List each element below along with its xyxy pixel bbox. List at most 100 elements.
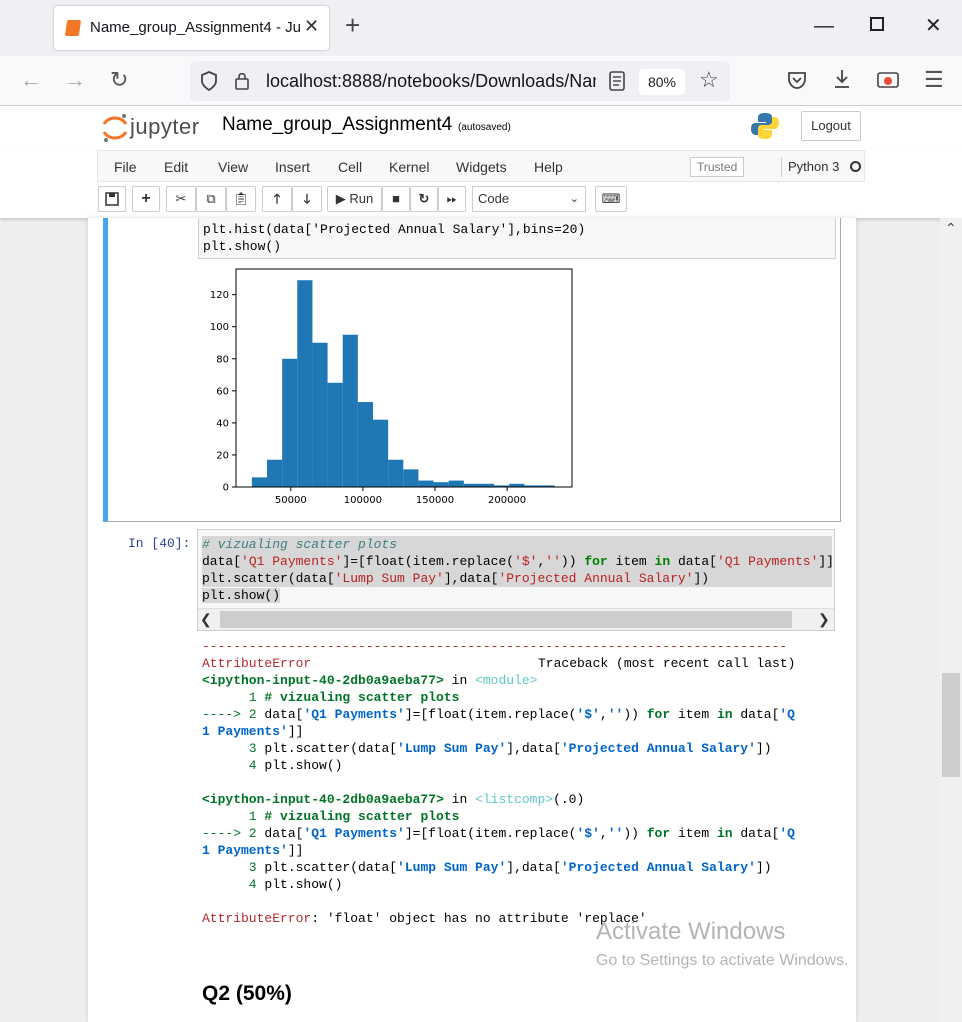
command-palette-button[interactable]: ⌨ — [595, 186, 627, 212]
menu-bar: File Edit View Insert Cell Kernel Widget… — [97, 150, 865, 182]
notebook-container: plt.hist(data['Projected Annual Salary']… — [88, 218, 856, 1022]
histogram-bar — [251, 477, 268, 487]
reader-view-icon[interactable] — [609, 71, 625, 91]
kernel-name[interactable]: Python 3 — [788, 159, 839, 174]
windows-watermark-title: Activate Windows — [596, 918, 786, 945]
restart-icon: ↻ — [418, 191, 430, 206]
histogram-bar — [342, 334, 358, 487]
forward-arrow-icon[interactable]: → — [64, 68, 86, 92]
menu-file[interactable]: File — [114, 159, 137, 175]
menu-divider — [781, 157, 782, 177]
browser-tab[interactable]: Name_group_Assignment4 - Jupyter Noteboo… — [54, 6, 329, 50]
cell-type-select[interactable]: Code ⌄ — [472, 186, 586, 212]
restart-button[interactable]: ↻ — [410, 186, 438, 212]
scroll-up-icon[interactable]: ⌃ — [945, 220, 957, 237]
insert-cell-button[interactable]: + — [132, 186, 160, 212]
menu-cell[interactable]: Cell — [338, 159, 362, 175]
zoom-level-badge[interactable]: 80% — [639, 69, 685, 95]
new-tab-icon[interactable]: + — [345, 12, 360, 38]
menu-widgets[interactable]: Widgets — [456, 159, 507, 175]
run-button[interactable]: ▶ Run — [327, 186, 382, 212]
jupyter-logo-text[interactable]: jupyter — [130, 114, 200, 140]
histogram-bar — [267, 459, 283, 487]
histogram-chart: 0 20 40 60 80 100 120 50000 100000 150000 200000 — [210, 268, 573, 506]
traceback-line: ----> 2 data['Q1 Payments']=[float(item.… — [202, 707, 795, 722]
y-tick-label: 60 — [216, 386, 229, 397]
autosave-status: (autosaved) — [458, 122, 511, 133]
y-tick-label: 40 — [216, 418, 229, 429]
minimize-icon[interactable]: — — [814, 14, 834, 38]
traceback-line: 1 # vizualing scatter plots — [202, 690, 460, 705]
notebook-tab-icon — [64, 20, 82, 36]
jupyter-logo-icon[interactable] — [101, 112, 129, 144]
download-icon[interactable] — [832, 68, 852, 90]
page-scrollbar-thumb[interactable] — [942, 673, 960, 777]
browser-tab-bar: Name_group_Assignment4 - Jupyter Noteboo… — [0, 0, 962, 56]
scrollbar-thumb[interactable] — [220, 611, 792, 628]
move-up-button[interactable]: 🡑 — [262, 186, 292, 212]
traceback-line: ----> 2 data['Q1 Payments']=[float(item.… — [202, 826, 795, 841]
code-line: plt.scatter(data['Lump Sum Pay'],data['P… — [202, 570, 832, 587]
x-tick-label: 200000 — [488, 495, 526, 506]
menu-view[interactable]: View — [218, 159, 248, 175]
notebook-name[interactable]: Name_group_Assignment4 — [222, 114, 452, 136]
x-tick-label: 50000 — [275, 495, 307, 506]
y-tick-label: 100 — [210, 322, 229, 333]
traceback-line: 3 plt.scatter(data['Lump Sum Pay'],data[… — [202, 741, 772, 756]
cell-input-area-scatter[interactable]: # vizualing scatter plots data['Q1 Payme… — [197, 529, 835, 631]
windows-watermark-subtitle: Go to Settings to activate Windows. — [596, 952, 849, 969]
traceback-header: AttributeError Traceback (most recent cal… — [202, 656, 796, 671]
scroll-right-icon[interactable]: ❯ — [818, 611, 830, 628]
traceback-line: 4 plt.show() — [202, 877, 343, 892]
histogram-bar — [327, 382, 343, 487]
arrow-up-icon: 🡑 — [273, 191, 281, 206]
restart-run-all-button[interactable]: ⏩︎ — [438, 186, 466, 212]
copy-button[interactable]: ⧉ — [196, 186, 226, 212]
logout-button[interactable]: Logout — [801, 111, 861, 141]
url-text[interactable]: localhost:8888/notebooks/Downloads/Name_… — [266, 71, 596, 92]
paste-button[interactable]: 📋︎ — [226, 186, 256, 212]
menu-kernel[interactable]: Kernel — [389, 159, 429, 175]
run-label: Run — [349, 191, 374, 206]
traceback-blank — [202, 893, 842, 910]
save-icon — [105, 192, 119, 206]
move-down-button[interactable]: 🡓 — [292, 186, 322, 212]
code-cell-histogram[interactable]: plt.hist(data['Projected Annual Salary']… — [103, 218, 841, 522]
reload-icon[interactable]: ↻ — [110, 68, 128, 92]
histogram-bar — [372, 419, 389, 487]
histogram-bar — [448, 480, 464, 487]
window-close-icon[interactable]: ✕ — [925, 14, 942, 38]
jupyter-menu-toolbar: File Edit View Insert Cell Kernel Widget… — [0, 150, 962, 218]
lock-icon — [235, 72, 249, 90]
screenshot-extension-icon[interactable] — [877, 70, 899, 90]
cut-button[interactable]: ✂ — [166, 186, 196, 212]
save-button[interactable] — [98, 186, 126, 212]
y-tick-label: 0 — [223, 483, 229, 494]
interrupt-button[interactable]: ■ — [382, 186, 410, 212]
menu-edit[interactable]: Edit — [164, 159, 188, 175]
chevron-down-icon: ⌄ — [569, 193, 579, 205]
fast-forward-icon: ⏩︎ — [446, 191, 458, 206]
page-scrollbar[interactable]: ⌃ — [940, 218, 962, 1022]
url-bar[interactable]: localhost:8888/notebooks/Downloads/Name_… — [190, 61, 730, 101]
traceback-frame-1: <ipython-input-40-2db0a9aeba77> in <modu… — [202, 673, 538, 688]
maximize-icon[interactable] — [870, 17, 884, 31]
menu-help[interactable]: Help — [534, 159, 563, 175]
bookmark-star-icon[interactable]: ☆ — [699, 67, 719, 93]
menu-insert[interactable]: Insert — [275, 159, 310, 175]
play-icon: ▶ — [335, 191, 346, 206]
scroll-left-icon[interactable]: ❮ — [200, 611, 212, 628]
histogram-bar — [388, 459, 404, 487]
pocket-icon[interactable] — [787, 70, 807, 90]
error-output: ----------------------------------------… — [202, 638, 842, 927]
trusted-indicator[interactable]: Trusted — [690, 157, 745, 177]
kernel-idle-indicator — [850, 161, 861, 172]
scissors-icon: ✂ — [175, 191, 187, 206]
horizontal-scrollbar[interactable]: ❮ ❯ — [198, 608, 834, 630]
stop-icon: ■ — [392, 191, 400, 206]
code-line: plt.show() — [203, 239, 282, 254]
hamburger-menu-icon[interactable]: ☰ — [924, 68, 944, 92]
close-tab-icon[interactable]: ✕ — [304, 16, 319, 37]
back-arrow-icon[interactable]: ← — [20, 68, 42, 92]
cell-input-area[interactable]: plt.hist(data['Projected Annual Salary']… — [198, 218, 836, 259]
